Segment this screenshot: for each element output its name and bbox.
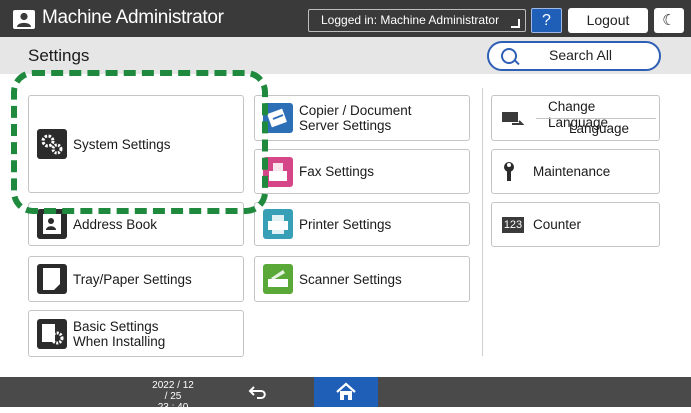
counter-icon: 123 [502, 217, 524, 233]
help-button[interactable]: ? [531, 8, 562, 33]
moon-icon[interactable]: ☾ [654, 8, 684, 33]
language-divider [536, 118, 656, 119]
fax-settings-button[interactable]: Fax Settings [254, 149, 470, 194]
language-label: Language [569, 121, 630, 136]
counter-label: Counter [533, 217, 582, 232]
fax-label: Fax Settings [299, 164, 375, 179]
back-button[interactable] [247, 381, 269, 403]
datetime: 2022 / 12 / 25 23 : 40 [150, 380, 196, 413]
search-all-button[interactable]: Search All [487, 41, 661, 71]
logout-button[interactable]: Logout [568, 8, 648, 33]
printer-icon [263, 209, 293, 239]
tray-paper-label: Tray/Paper Settings [73, 272, 192, 287]
scanner-icon [263, 264, 293, 294]
copier-label-1: Copier / Document [299, 103, 412, 118]
basic-settings-label-1: Basic Settings [73, 319, 159, 334]
basic-settings-label-2: When Installing [73, 334, 166, 349]
search-all-label: Search All [549, 47, 613, 63]
user-icon [13, 10, 35, 29]
search-icon [501, 48, 517, 64]
tray-paper-settings-button[interactable]: Tray/Paper Settings [28, 256, 244, 302]
scanner-settings-button[interactable]: Scanner Settings [254, 256, 470, 302]
address-book-label: Address Book [73, 217, 158, 232]
basic-settings-button[interactable]: Basic Settings When Installing [28, 310, 244, 357]
wrench-icon [500, 160, 524, 184]
printer-label: Printer Settings [299, 217, 392, 232]
scanner-label: Scanner Settings [299, 272, 402, 287]
home-icon [336, 382, 356, 400]
change-language-button[interactable]: Change Language Language [491, 95, 660, 141]
expand-corner-icon [511, 19, 520, 28]
time-text: 23 : 40 [157, 402, 189, 413]
login-status[interactable]: Logged in: Machine Administrator [308, 9, 526, 32]
copier-label-2: Server Settings [299, 118, 392, 133]
tray-paper-icon [37, 264, 67, 294]
page-title: Settings [28, 46, 90, 65]
login-status-text: Logged in: Machine Administrator [321, 13, 500, 27]
counter-button[interactable]: 123 Counter [491, 202, 660, 247]
back-arrow-icon [248, 386, 266, 399]
column-divider [482, 88, 483, 356]
maintenance-button[interactable]: Maintenance [491, 149, 660, 194]
app-title: Machine Administrator [42, 7, 224, 28]
home-button[interactable] [314, 377, 378, 407]
language-switch-icon [498, 104, 526, 132]
copier-document-server-settings-button[interactable]: Copier / Document Server Settings [254, 95, 470, 141]
printer-settings-button[interactable]: Printer Settings [254, 202, 470, 246]
basic-settings-icon [37, 318, 67, 349]
date-text: 2022 / 12 / 25 [152, 380, 194, 402]
maintenance-label: Maintenance [533, 164, 611, 179]
system-settings-highlight [11, 70, 268, 214]
